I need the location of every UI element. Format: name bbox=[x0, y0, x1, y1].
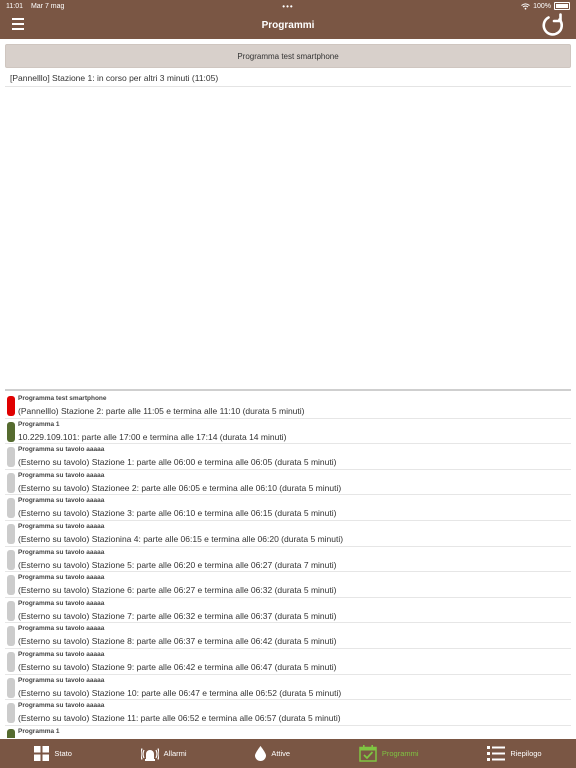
schedule-row[interactable]: Programma su tavolo aaaaa (Esterno su tav… bbox=[5, 700, 571, 726]
schedule-row[interactable]: Programma su tavolo aaaaa (Esterno su tav… bbox=[5, 598, 571, 624]
program-name: Programma su tavolo aaaaa bbox=[18, 702, 105, 710]
program-name: Programma su tavolo aaaaa bbox=[18, 548, 105, 556]
schedule-row[interactable]: Programma su tavolo aaaaa (Esterno su tav… bbox=[5, 444, 571, 470]
program-description: (Esterno su tavolo) Stazione 8: parte al… bbox=[18, 636, 337, 647]
schedule-row[interactable]: Programma 1 bbox=[5, 726, 571, 738]
status-indicator bbox=[7, 703, 15, 724]
schedule-row[interactable]: Programma su tavolo aaaaa (Esterno su tav… bbox=[5, 547, 571, 573]
status-indicator bbox=[7, 600, 15, 621]
drop-icon bbox=[255, 746, 267, 761]
battery-icon bbox=[554, 2, 570, 10]
schedule-row[interactable]: Programma test smartphone (Pannelllo) Sta… bbox=[5, 393, 571, 419]
tab-allarmi[interactable]: Allarmi bbox=[135, 739, 193, 768]
tab-bar: Stato Allarmi Attive Programmi Riepilogo bbox=[0, 739, 576, 768]
status-indicator bbox=[7, 523, 15, 544]
program-name: Programma su tavolo aaaaa bbox=[18, 497, 105, 505]
status-indicator bbox=[7, 447, 15, 468]
tab-attive[interactable]: Attive bbox=[249, 739, 296, 768]
program-name: Programma su tavolo aaaaa bbox=[18, 522, 105, 530]
program-name: Programma su tavolo aaaaa bbox=[18, 599, 105, 607]
program-description: (Esterno su tavolo) Stazione 10: parte a… bbox=[18, 687, 342, 698]
program-description: (Esterno su tavolo) Stazione 3: parte al… bbox=[18, 508, 337, 519]
status-indicator bbox=[7, 549, 15, 570]
status-indicator bbox=[7, 498, 15, 519]
status-indicator bbox=[7, 677, 15, 698]
program-description: (Esterno su tavolo) Stazione 6: parte al… bbox=[18, 585, 337, 596]
status-indicator bbox=[7, 396, 15, 416]
schedule-row[interactable]: Programma su tavolo aaaaa (Esterno su tav… bbox=[5, 495, 571, 521]
program-description: 10.229.109.101: parte alle 17:00 e termi… bbox=[18, 431, 287, 442]
program-description: (Esterno su tavolo) Stazionina 4: parte … bbox=[18, 533, 344, 544]
tab-label: Stato bbox=[54, 749, 72, 758]
program-name: Programma su tavolo aaaaa bbox=[18, 676, 105, 684]
tab-label: Riepilogo bbox=[510, 749, 542, 758]
refresh-icon[interactable] bbox=[540, 12, 566, 38]
program-description: (Esterno su tavolo) Stazione 11: parte a… bbox=[18, 713, 341, 724]
status-indicator bbox=[7, 421, 15, 442]
calendar-check-icon bbox=[359, 745, 377, 762]
program-description: (Pannelllo) Stazione 2: parte alle 11:05… bbox=[18, 406, 305, 416]
tab-programmi[interactable]: Programmi bbox=[353, 739, 425, 768]
alarm-icon bbox=[140, 747, 159, 761]
tab-riepilogo[interactable]: Riepilogo bbox=[481, 739, 547, 768]
wifi-icon bbox=[521, 2, 530, 10]
program-description: (Esterno su tavolo) Stazione 1: parte al… bbox=[18, 457, 337, 468]
schedule-row[interactable]: Programma su tavolo aaaaa (Esterno su tav… bbox=[5, 649, 571, 675]
program-name: Programma su tavolo aaaaa bbox=[18, 650, 105, 658]
list-icon bbox=[487, 746, 506, 761]
nav-bar: Programmi bbox=[0, 12, 576, 39]
program-name: Programma test smartphone bbox=[18, 395, 107, 402]
status-date: Mar 7 mag bbox=[30, 2, 65, 10]
program-description: (Esterno su tavolo) Stazione 5: parte al… bbox=[18, 559, 337, 570]
status-bar: 11:01 Mar 7 mag ••• 100% bbox=[0, 0, 576, 12]
tab-label: Allarmi bbox=[163, 749, 187, 758]
program-name: Programma su tavolo aaaaa bbox=[18, 574, 105, 582]
program-description: (Esterno su tavolo) Stazionee 2: parte a… bbox=[18, 482, 342, 493]
section-divider bbox=[5, 389, 571, 391]
schedule-list: Programma test smartphone (Pannelllo) Sta… bbox=[5, 393, 571, 738]
running-station-text: [Pannelllo] Stazione 1: in corso per alt… bbox=[5, 71, 571, 87]
program-name: Programma su tavolo aaaaa bbox=[18, 471, 105, 479]
status-time: 11:01 bbox=[6, 2, 23, 10]
program-description: (Esterno su tavolo) Stazione 7: parte al… bbox=[18, 610, 337, 621]
status-indicator bbox=[7, 472, 15, 493]
schedule-row[interactable]: Programma su tavolo aaaaa (Esterno su tav… bbox=[5, 675, 571, 701]
status-indicator bbox=[7, 728, 15, 738]
status-bar-left: 11:01 Mar 7 mag bbox=[6, 3, 70, 10]
status-indicator bbox=[7, 626, 15, 647]
status-bar-right: 100% bbox=[521, 2, 570, 10]
schedule-row[interactable]: Programma su tavolo aaaaa (Esterno su tav… bbox=[5, 521, 571, 547]
program-name: Programma 1 bbox=[18, 727, 60, 735]
schedule-row[interactable]: Programma 1 10.229.109.101: parte alle 17… bbox=[5, 419, 571, 445]
page-title: Programmi bbox=[261, 20, 315, 31]
tab-label: Attive bbox=[271, 749, 291, 758]
schedule-row[interactable]: Programma su tavolo aaaaa (Esterno su tav… bbox=[5, 470, 571, 496]
grid-icon bbox=[34, 746, 50, 761]
program-name: Programma su tavolo aaaaa bbox=[18, 446, 105, 454]
status-indicator bbox=[7, 651, 15, 672]
battery-percent: 100% bbox=[533, 2, 551, 10]
schedule-row[interactable]: Programma su tavolo aaaaa (Esterno su tav… bbox=[5, 623, 571, 649]
status-indicator bbox=[7, 575, 15, 596]
multitask-dots: ••• bbox=[282, 1, 294, 11]
tab-label: Programmi bbox=[381, 749, 419, 758]
program-name: Programma su tavolo aaaaa bbox=[18, 625, 105, 633]
program-name: Programma 1 bbox=[18, 420, 60, 428]
program-description: (Esterno su tavolo) Stazione 9: parte al… bbox=[18, 661, 337, 672]
test-program-button[interactable]: Programma test smartphone bbox=[5, 44, 571, 68]
tab-stato[interactable]: Stato bbox=[28, 739, 78, 768]
schedule-row[interactable]: Programma su tavolo aaaaa (Esterno su tav… bbox=[5, 572, 571, 598]
